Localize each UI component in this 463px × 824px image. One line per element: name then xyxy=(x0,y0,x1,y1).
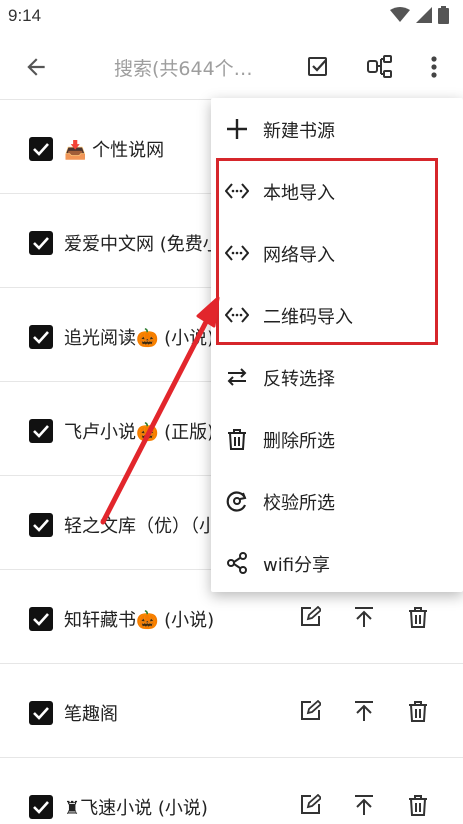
status-icons xyxy=(390,6,449,28)
item-label: 📥 个性说网 xyxy=(64,140,165,161)
trash-icon[interactable] xyxy=(405,792,431,818)
arrow-left-icon[interactable] xyxy=(16,47,56,87)
signal-icon xyxy=(416,7,432,27)
item-checkbox[interactable] xyxy=(29,607,53,631)
move-to-top-icon[interactable] xyxy=(351,792,377,818)
edit-icon[interactable] xyxy=(297,792,323,818)
edit-icon[interactable] xyxy=(297,604,323,630)
item-checkbox[interactable] xyxy=(29,325,53,349)
battery-icon xyxy=(438,6,449,28)
item-checkbox[interactable] xyxy=(29,795,53,819)
item-label: 轻之文库（优）（小 xyxy=(64,516,217,537)
toolbar: 搜索(共644个… xyxy=(0,34,463,100)
row-actions xyxy=(297,792,431,818)
search-input[interactable]: 搜索(共644个… xyxy=(114,54,253,81)
group-structure-icon[interactable] xyxy=(360,47,400,87)
menu-item-label: 删除所选 xyxy=(263,431,335,452)
trash-icon[interactable] xyxy=(405,698,431,724)
checkbox-edit-icon[interactable] xyxy=(298,47,338,87)
edit-icon[interactable] xyxy=(297,698,323,724)
menu-item-invert-selection[interactable]: 反转选择 xyxy=(211,346,463,408)
menu-item-label: 反转选择 xyxy=(263,369,335,390)
move-to-top-icon[interactable] xyxy=(351,698,377,724)
item-label: 追光阅读🎃 (小说) xyxy=(64,328,215,349)
more-vertical-icon[interactable] xyxy=(414,47,454,87)
menu-item-wifi-share[interactable]: wifi分享 xyxy=(211,532,463,594)
item-checkbox[interactable] xyxy=(29,513,53,537)
list-item[interactable]: ♜飞速小说 (小说) xyxy=(0,758,463,824)
item-checkbox[interactable] xyxy=(29,419,53,443)
menu-item-label: wifi分享 xyxy=(263,555,331,576)
item-label: 飞卢小说🎃 (正版) xyxy=(64,422,215,443)
item-checkbox[interactable] xyxy=(29,137,53,161)
move-to-top-icon[interactable] xyxy=(351,604,377,630)
status-time: 9:14 xyxy=(8,6,42,25)
plus-icon xyxy=(225,117,249,141)
trash-icon xyxy=(225,427,249,451)
check-refresh-icon xyxy=(225,489,249,513)
list-item[interactable]: 笔趣阁 xyxy=(0,664,463,758)
trash-icon[interactable] xyxy=(405,604,431,630)
menu-item-label: 新建书源 xyxy=(263,121,335,142)
menu-item-verify-selected[interactable]: 校验所选 xyxy=(211,470,463,532)
item-checkbox[interactable] xyxy=(29,231,53,255)
swap-arrows-icon xyxy=(225,365,249,389)
item-label: 爱爱中文网 (免费小 xyxy=(64,234,221,255)
row-actions xyxy=(297,604,431,630)
item-label: ♜飞速小说 (小说) xyxy=(64,798,208,819)
highlight-box xyxy=(216,158,438,345)
item-label: 笔趣阁 xyxy=(64,704,118,725)
menu-item-delete-selected[interactable]: 删除所选 xyxy=(211,408,463,470)
menu-item-new-source[interactable]: 新建书源 xyxy=(211,98,463,160)
item-checkbox[interactable] xyxy=(29,701,53,725)
row-actions xyxy=(297,698,431,724)
menu-item-label: 校验所选 xyxy=(263,493,335,514)
item-label: 知轩藏书🎃 (小说) xyxy=(64,610,215,631)
status-bar: 9:14 xyxy=(0,0,463,34)
wifi-icon xyxy=(390,7,410,27)
share-icon xyxy=(225,551,249,575)
